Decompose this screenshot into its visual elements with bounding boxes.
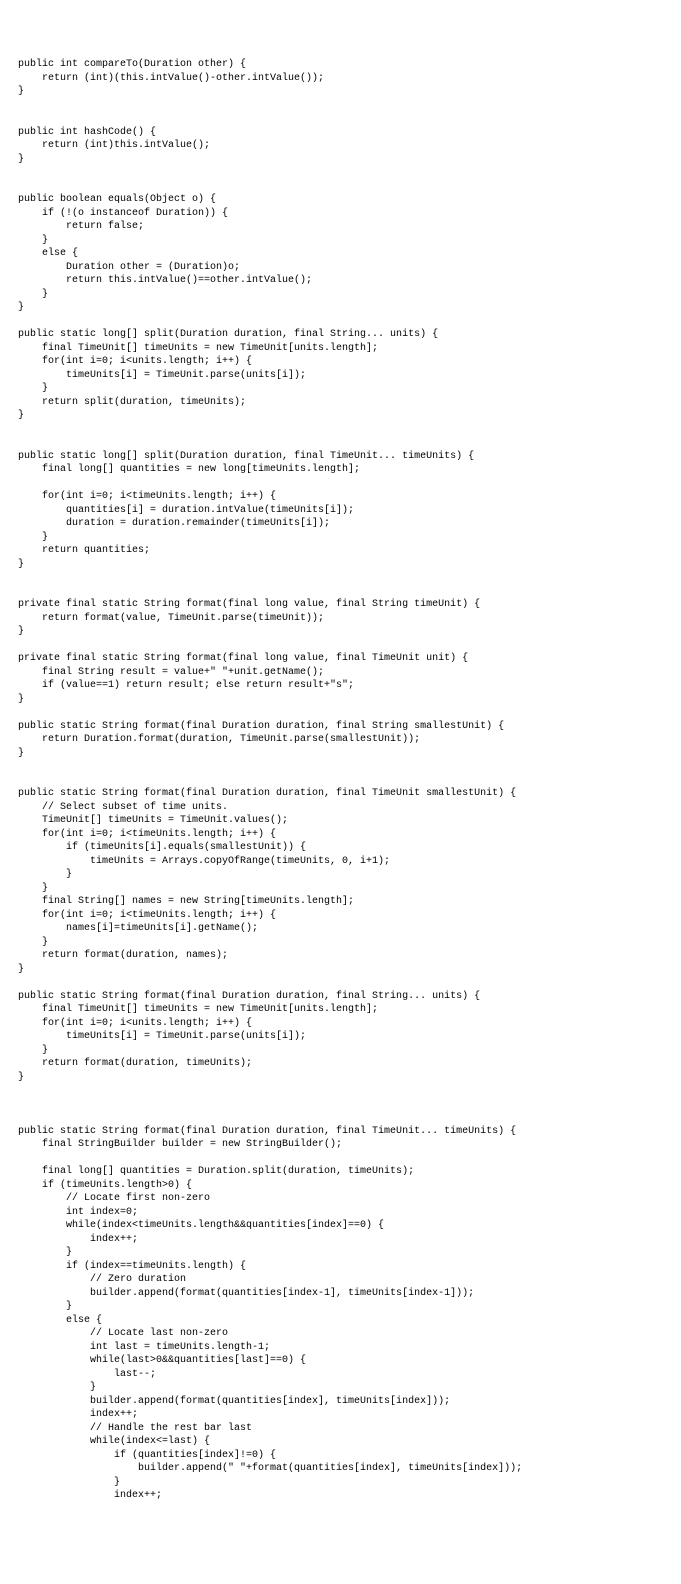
code-text: public int compareTo(Duration other) { r…	[18, 59, 522, 1501]
code-editor-content[interactable]: public int compareTo(Duration other) { r…	[0, 54, 681, 1503]
